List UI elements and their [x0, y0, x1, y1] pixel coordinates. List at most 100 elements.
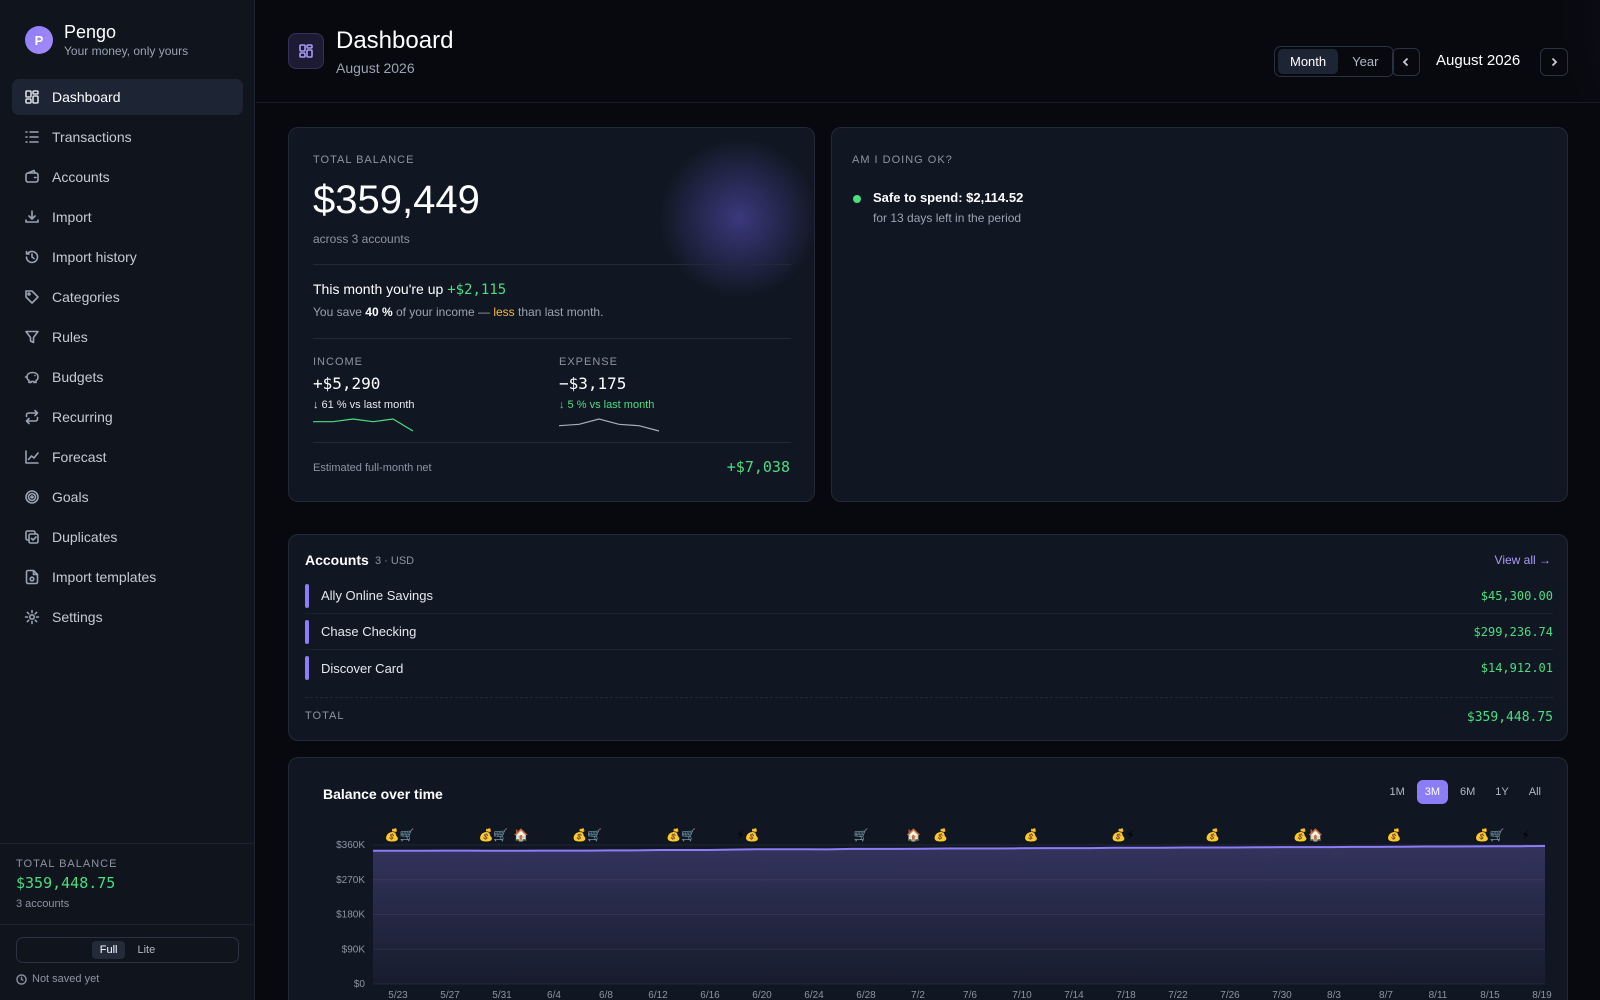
x-tick-label: 8/19 [1532, 990, 1552, 1000]
x-tick-label: 7/30 [1272, 990, 1292, 1000]
sidebar-item-label: Import history [52, 249, 137, 265]
current-period: August 2026 [1436, 52, 1521, 69]
sidebar-item-recurring[interactable]: Recurring [12, 399, 243, 435]
safe-to-spend-period: for 13 days left in the period [873, 211, 1022, 225]
month-tab[interactable]: Month [1278, 49, 1339, 74]
sidebar-item-settings[interactable]: Settings [12, 599, 243, 635]
balance-over-time-card: $0 $90K $180K $270K $360K 5/23 5/27 5/31 6/4 6/8 6… [288, 757, 1568, 1000]
account-row[interactable]: Ally Online Savings $45,300.00 [305, 578, 1553, 614]
sidebar-item-label: Import templates [52, 569, 157, 585]
monthly-change-amount: +$2,115 [447, 282, 507, 298]
x-tick-label: 6/12 [648, 990, 668, 1000]
page-subtitle: August 2026 [336, 60, 415, 76]
y-tick-label: $90K [342, 944, 366, 955]
chart-title: Balance over time [323, 786, 443, 802]
repeat-icon [25, 409, 39, 425]
event-marker-icon: 💰⚡ [1111, 828, 1134, 842]
x-tick-label: 7/6 [963, 990, 977, 1000]
sidebar-item-label: Duplicates [52, 529, 118, 545]
accounts-title: Accounts [305, 552, 369, 568]
copy-check-icon [25, 530, 39, 544]
sidebar-item-label: Goals [52, 489, 89, 505]
range-6m-button[interactable]: 6M [1452, 780, 1483, 804]
sidebar-total-value: $359,448.75 [16, 874, 116, 892]
sidebar-item-budgets[interactable]: Budgets [12, 359, 243, 395]
next-period-button[interactable] [1540, 48, 1568, 76]
account-row[interactable]: Chase Checking $299,236.74 [305, 614, 1553, 650]
sidebar-item-duplicates[interactable]: Duplicates [12, 519, 243, 555]
sidebar-item-transactions[interactable]: Transactions [12, 119, 243, 155]
mode-toggle: Full Lite [16, 937, 239, 963]
gear-icon [24, 609, 40, 625]
event-marker-icon: 💰🛒 [666, 828, 696, 842]
sidebar-item-categories[interactable]: Categories [12, 279, 243, 315]
range-1m-button[interactable]: 1M [1381, 780, 1412, 804]
mode-full-button[interactable]: Full [91, 941, 126, 959]
expense-change: ↓ 5 % vs last month [559, 399, 655, 411]
view-all-accounts-link[interactable]: View all → [1495, 553, 1551, 567]
year-tab[interactable]: Year [1340, 49, 1390, 74]
event-marker-icon: 💰🛒 [1475, 828, 1505, 842]
range-3m-button[interactable]: 3M [1416, 780, 1449, 804]
x-tick-label: 6/16 [700, 990, 720, 1000]
x-tick-label: 6/20 [752, 990, 772, 1000]
expense-value: −$3,175 [559, 374, 627, 393]
sidebar-item-accounts[interactable]: Accounts [12, 159, 243, 195]
x-tick-label: 7/2 [911, 990, 925, 1000]
previous-period-button[interactable] [1392, 48, 1420, 76]
status-dot-icon [853, 195, 861, 203]
tag-icon [25, 290, 39, 304]
balance-area [373, 846, 1545, 984]
sidebar-balance-summary: TOTAL BALANCE $359,448.75 3 accounts [0, 843, 255, 910]
sidebar-item-dashboard[interactable]: Dashboard [12, 79, 243, 115]
mode-lite-button[interactable]: Lite [129, 941, 163, 959]
history-icon [25, 250, 39, 264]
chevron-right-icon [1551, 57, 1558, 67]
sidebar-item-import-templates[interactable]: Import templates [12, 559, 243, 595]
total-balance-subtext: across 3 accounts [313, 232, 410, 246]
event-marker-icon: 💰 [1205, 828, 1220, 842]
event-marker-icon: 🛒 [854, 828, 869, 842]
savings-rate-line: You save 40 % of your income — less than… [313, 305, 603, 319]
dashboard-icon [299, 44, 313, 58]
event-marker-icon: ⚡ [1522, 828, 1530, 842]
monthly-change-line: This month you're up +$2,115 [313, 281, 506, 298]
download-icon [25, 210, 39, 223]
x-tick-label: 6/28 [856, 990, 876, 1000]
page-header: Dashboard August 2026 Month Year August … [256, 0, 1600, 103]
accounts-total-label: TOTAL [305, 710, 345, 722]
account-color-bar [305, 619, 309, 644]
sidebar-item-label: Rules [52, 329, 88, 345]
sidebar-item-forecast[interactable]: Forecast [12, 439, 243, 475]
sidebar-item-rules[interactable]: Rules [12, 319, 243, 355]
x-tick-label: 6/24 [804, 990, 824, 1000]
account-row[interactable]: Discover Card $14,912.01 [305, 650, 1553, 686]
event-marker-icon: 💰 [1387, 828, 1402, 842]
clock-icon [16, 973, 27, 985]
y-tick-label: $270K [336, 875, 365, 886]
app-name: Pengo [64, 22, 117, 42]
sidebar-item-import[interactable]: Import [12, 199, 243, 235]
income-value: +$5,290 [313, 374, 381, 393]
brand[interactable]: P Pengo Your money, only yours [25, 22, 188, 58]
expense-summary: EXPENSE −$3,175 ↓ 5 % vs last month [558, 356, 759, 440]
pengo-logo-icon: P [25, 26, 53, 54]
range-all-button[interactable]: All [1521, 780, 1549, 804]
estimated-net-label: Estimated full-month net [313, 462, 432, 474]
event-marker-icon: 💰 [933, 828, 948, 842]
account-name: Chase Checking [321, 624, 417, 639]
income-label: INCOME [313, 356, 363, 368]
range-1y-button[interactable]: 1Y [1487, 780, 1516, 804]
sidebar-item-label: Settings [52, 609, 103, 625]
sidebar-item-label: Forecast [52, 449, 107, 465]
trend-icon [25, 450, 39, 464]
savings-mid: of your income — [392, 305, 494, 319]
sidebar-account-count: 3 accounts [16, 898, 70, 910]
x-tick-label: 8/7 [1379, 990, 1393, 1000]
sidebar-item-goals[interactable]: Goals [12, 479, 243, 515]
sidebar-item-label: Import [52, 209, 92, 225]
accounts-total-value: $359,448.75 [1466, 710, 1553, 725]
sidebar-item-import-history[interactable]: Import history [12, 239, 243, 275]
account-color-bar [305, 656, 309, 680]
y-tick-label: $360K [336, 840, 365, 851]
